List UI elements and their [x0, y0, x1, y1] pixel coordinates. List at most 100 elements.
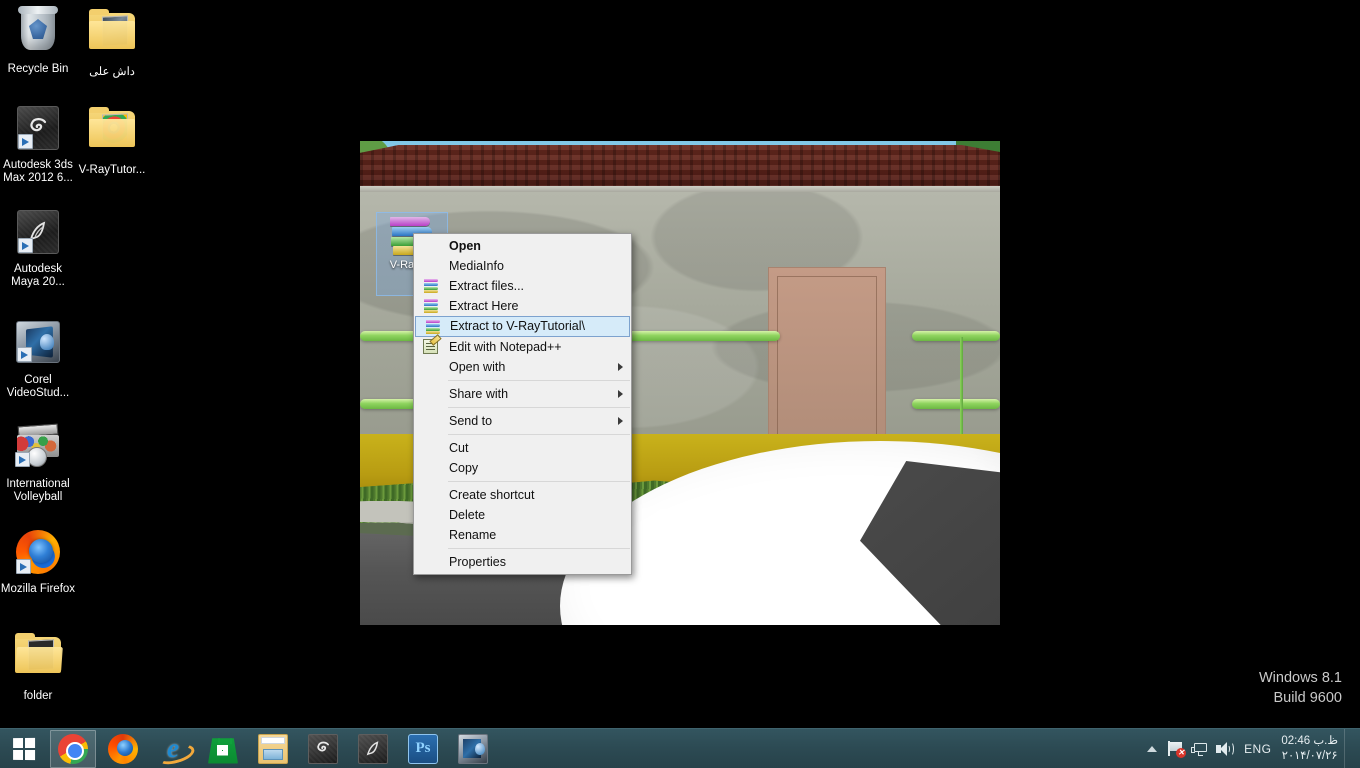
taskbar-ie[interactable]: e [150, 730, 196, 768]
context-menu-item-label: MediaInfo [449, 259, 504, 273]
context-menu-item-rename[interactable]: Rename [414, 525, 631, 545]
taskbar-corel[interactable] [450, 730, 496, 768]
context-menu-item-label: Edit with Notepad++ [449, 340, 562, 354]
taskbar[interactable]: e Ps ✕ ENG 02:46 ظ.ب ۲۰۱۴/۰۷/۲۶ [0, 728, 1360, 768]
taskbar-3dsmax[interactable] [300, 730, 346, 768]
show-desktop-button[interactable] [1344, 728, 1352, 768]
context-menu-item-label: Create shortcut [449, 488, 535, 502]
folder-icon [88, 107, 136, 159]
shortcut-arrow-icon [18, 134, 33, 149]
clock[interactable]: 02:46 ظ.ب ۲۰۱۴/۰۷/۲۶ [1279, 734, 1344, 764]
file-explorer-icon [258, 733, 288, 764]
folder-icon [88, 9, 136, 61]
context-menu-item-label: Extract to V-RayTutorial\ [450, 319, 585, 333]
shortcut-arrow-icon [17, 347, 32, 362]
context-menu-separator [448, 548, 630, 549]
chevron-right-icon [618, 363, 623, 371]
desktop-icon-corel-videostudio[interactable]: Corel VideoStud... [0, 318, 76, 400]
maya-icon [14, 210, 62, 258]
context-menu-item-extract-to-folder[interactable]: Extract to V-RayTutorial\ [415, 316, 630, 337]
render-railing [912, 399, 1000, 409]
winrar-icon [425, 319, 442, 335]
context-menu-item-label: Open [449, 239, 481, 253]
volume-button[interactable] [1212, 729, 1236, 768]
corel-videostudio-icon [458, 733, 488, 764]
context-menu-item-label: Rename [449, 528, 497, 542]
context-menu-item-open[interactable]: Open [414, 236, 631, 256]
context-menu-item-extract-here[interactable]: Extract Here [414, 296, 631, 316]
error-badge-icon: ✕ [1176, 747, 1187, 758]
taskbar-maya[interactable] [350, 730, 396, 768]
clock-date: ۲۰۱۴/۰۷/۲۶ [1281, 749, 1338, 762]
context-menu-item-delete[interactable]: Delete [414, 505, 631, 525]
language-indicator[interactable]: ENG [1236, 729, 1279, 768]
show-hidden-icons-button[interactable] [1140, 729, 1164, 768]
desktop-icon-label: V-RayTutor... [78, 164, 146, 176]
desktop-icon-vray-tutorial-folder[interactable]: V-RayTutor... [74, 104, 150, 177]
render-door [768, 267, 886, 452]
context-menu-item-create-shortcut[interactable]: Create shortcut [414, 485, 631, 505]
winrar-icon [423, 298, 440, 314]
desktop-icon-maya[interactable]: Autodesk Maya 20... [0, 208, 76, 289]
taskbar-chrome[interactable] [50, 729, 96, 768]
context-menu-item-copy[interactable]: Copy [414, 458, 631, 478]
network-button[interactable] [1188, 729, 1212, 768]
action-center-button[interactable]: ✕ [1164, 729, 1188, 768]
context-menu-item-edit-with-notepadpp[interactable]: Edit with Notepad++ [414, 337, 631, 357]
taskbar-firefox[interactable] [100, 730, 146, 768]
context-menu-separator [448, 434, 630, 435]
context-menu-item-properties[interactable]: Properties [414, 552, 631, 572]
desktop-icon-recycle-bin[interactable]: Recycle Bin [0, 6, 76, 76]
taskbar-store[interactable] [200, 730, 246, 768]
taskbar-app-list: e Ps [48, 729, 498, 768]
context-menu-item-share-with[interactable]: Share with [414, 384, 631, 404]
chevron-right-icon [618, 417, 623, 425]
chevron-up-icon [1147, 745, 1158, 752]
chevron-right-icon [618, 390, 623, 398]
desktop[interactable]: Recycle Bin داش على Autodesk 3ds Max 201… [0, 0, 1360, 768]
desktop-icon-label: Mozilla Firefox [0, 583, 76, 595]
context-menu-item-label: Properties [449, 555, 506, 569]
desktop-icon-label: Corel VideoStud... [6, 374, 70, 399]
context-menu-item-open-with[interactable]: Open with [414, 357, 631, 377]
context-menu-item-mediainfo[interactable]: MediaInfo [414, 256, 631, 276]
context-menu-item-label: Share with [449, 387, 509, 401]
volleyball-game-icon [14, 423, 62, 473]
chrome-icon [58, 733, 88, 764]
3ds-max-icon [14, 106, 62, 154]
context-menu-item-extract-files[interactable]: Extract files... [414, 276, 631, 296]
start-button[interactable] [0, 729, 48, 768]
taskbar-explorer[interactable] [250, 730, 296, 768]
context-menu[interactable]: Open MediaInfo Extract files... Extract … [413, 233, 632, 575]
context-menu-item-send-to[interactable]: Send to [414, 411, 631, 431]
flag-icon: ✕ [1167, 740, 1187, 758]
corel-videostudio-icon [14, 321, 62, 369]
network-icon [1191, 741, 1209, 757]
firefox-icon [108, 733, 138, 764]
desktop-icon-dash-ali[interactable]: داش على [74, 6, 150, 79]
firefox-icon [14, 530, 62, 578]
internet-explorer-icon: e [158, 733, 188, 764]
desktop-icon-label: Recycle Bin [7, 63, 69, 75]
desktop-icon-3ds-max[interactable]: Autodesk 3ds Max 2012 6... [0, 104, 76, 185]
context-menu-item-label: Open with [449, 360, 506, 374]
taskbar-photoshop[interactable]: Ps [400, 730, 446, 768]
desktop-icon-label: Autodesk 3ds Max 2012 6... [3, 159, 73, 184]
windows-store-icon [208, 738, 238, 764]
3ds-max-icon [308, 733, 338, 764]
clock-time: 02:46 ظ.ب [1281, 734, 1338, 747]
desktop-icon-label: folder [23, 690, 53, 702]
context-menu-item-label: Send to [449, 414, 493, 428]
windows-logo-icon [13, 737, 36, 760]
context-menu-separator [448, 407, 630, 408]
desktop-icon-folder[interactable]: folder [0, 630, 76, 703]
desktop-icon-international-volleyball[interactable]: International Volleyball [0, 422, 76, 504]
context-menu-item-label: Delete [449, 508, 486, 522]
desktop-icon-label: Autodesk Maya 20... [11, 263, 65, 288]
context-menu-item-cut[interactable]: Cut [414, 438, 631, 458]
desktop-icon-mozilla-firefox[interactable]: Mozilla Firefox [0, 528, 76, 596]
notepadpp-icon [423, 339, 438, 354]
system-tray[interactable]: ✕ ENG 02:46 ظ.ب ۲۰۱۴/۰۷/۲۶ [1140, 728, 1360, 768]
context-menu-item-label: Extract files... [449, 279, 525, 293]
render-railing [912, 331, 1000, 341]
